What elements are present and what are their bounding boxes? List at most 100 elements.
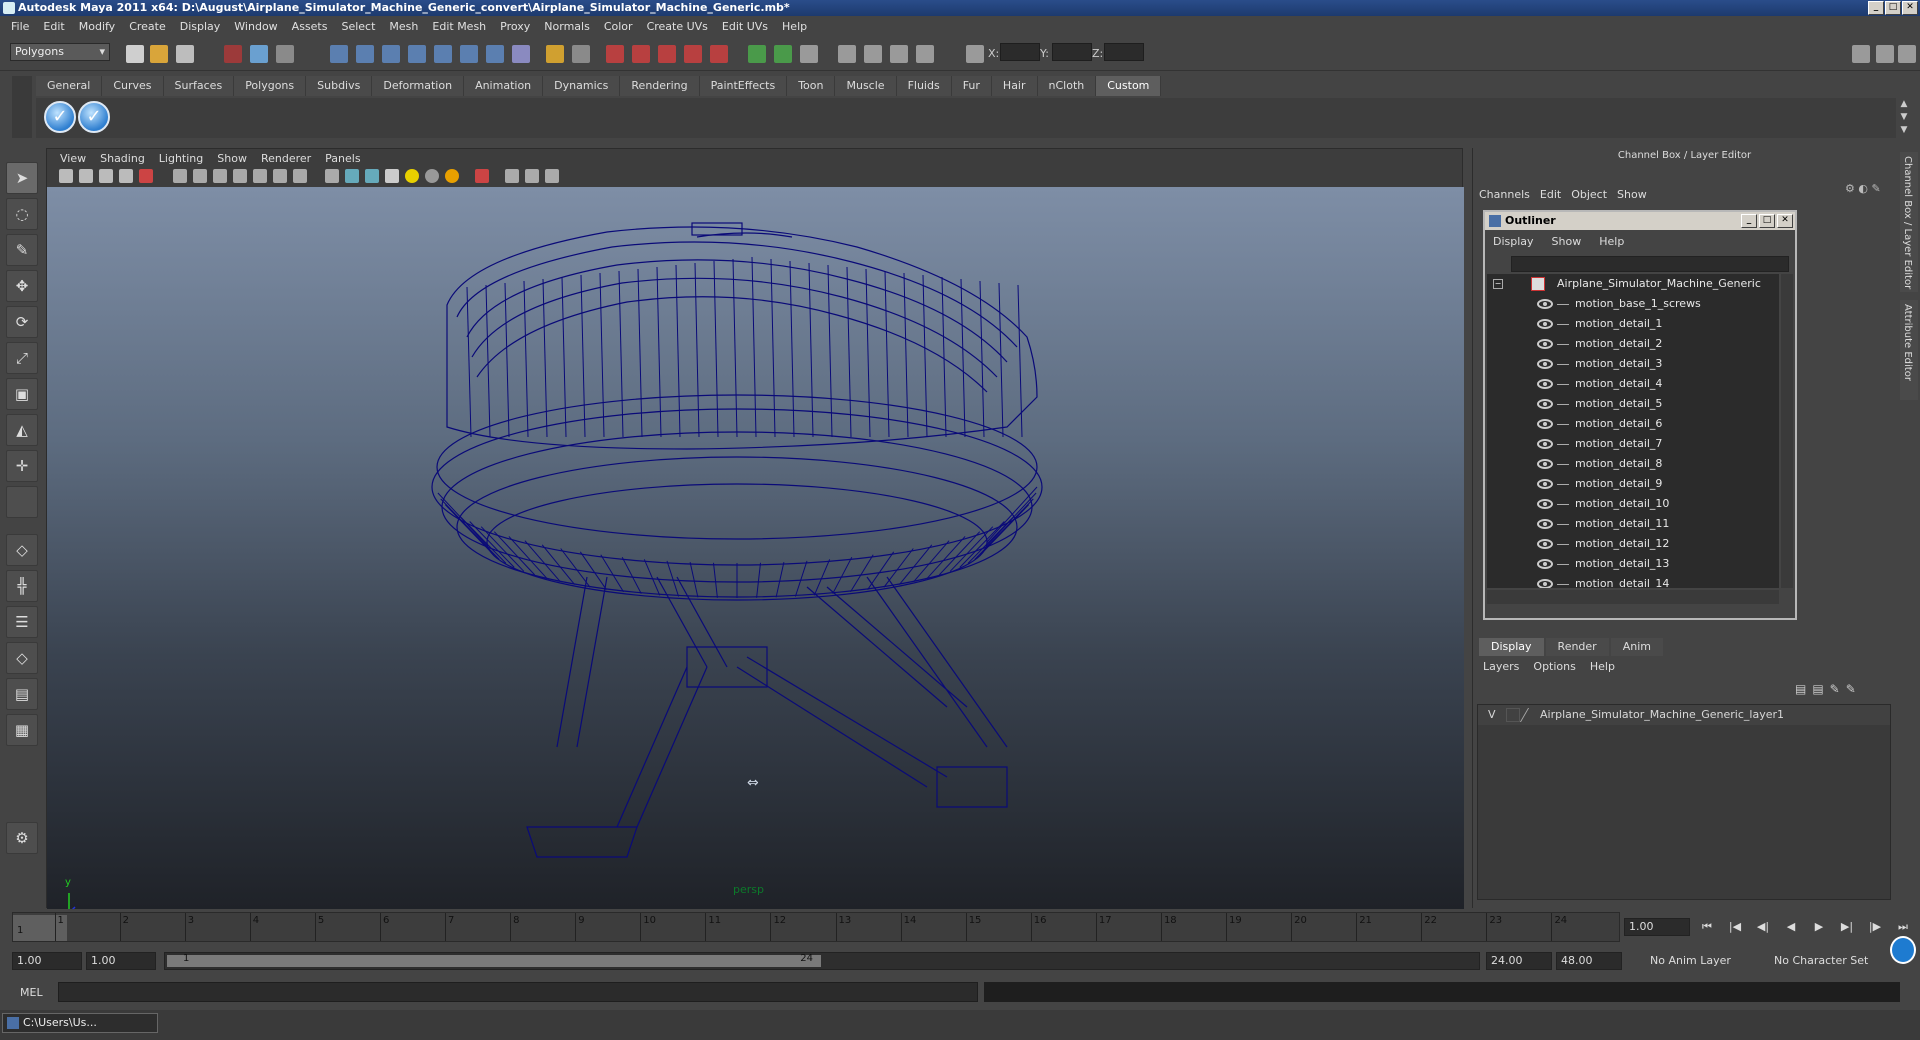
layer-menu-options[interactable]: Options [1533,660,1589,673]
paint-icon[interactable] [916,45,934,63]
minimized-window-item[interactable]: C:\Users\Us... [2,1013,158,1033]
x-field[interactable] [1000,43,1040,61]
new-scene-icon[interactable] [126,45,144,63]
outliner-vertical-scrollbar[interactable] [1781,274,1793,588]
graph-editor-icon[interactable] [838,45,856,63]
flat-shade-icon[interactable] [233,169,247,183]
shelf-tab-muscle[interactable]: Muscle [835,76,897,96]
grid-icon[interactable] [193,169,207,183]
close-button[interactable]: ✕ [1902,1,1918,15]
shelf-tab-fluids[interactable]: Fluids [896,76,952,96]
shelf-tab-polygons[interactable]: Polygons [234,76,307,96]
outliner-item[interactable]: motion_detail_6 [1487,414,1779,434]
range-slider[interactable]: 1 24 [164,952,1480,970]
camera-select-icon[interactable] [572,45,590,63]
menu-window[interactable]: Window [227,20,284,33]
bounding-box-icon[interactable] [253,169,267,183]
shelf-tab-custom[interactable]: Custom [1096,76,1162,96]
quick-layout-icon[interactable]: ⚙ [6,822,38,854]
shelf-tab-toon[interactable]: Toon [787,76,836,96]
viewport-menu-renderer[interactable]: Renderer [254,152,318,165]
select-object-icon[interactable] [250,45,268,63]
step-forward-key-icon[interactable]: ▶| [1836,918,1858,936]
snap-grid-icon[interactable] [330,45,348,63]
menu-assets[interactable]: Assets [285,20,335,33]
select-tool-icon[interactable]: ➤ [6,162,38,194]
outliner-item[interactable]: motion_detail_7 [1487,434,1779,454]
move-tool-icon[interactable]: ✥ [6,270,38,302]
shelf-menu-handle[interactable] [12,76,32,138]
shadow-icon[interactable] [425,169,439,183]
safe-title-icon[interactable] [525,169,539,183]
smooth-shade-icon[interactable] [213,169,227,183]
go-to-start-icon[interactable]: ⏮ [1696,918,1718,936]
play-forward-icon[interactable]: ▶ [1808,918,1830,936]
character-set-dropdown[interactable]: No Character Set [1770,952,1874,970]
image-plane-icon[interactable] [119,169,133,183]
persp-graph-layout-icon[interactable]: ◇ [6,642,38,674]
toggle-tool-settings-icon[interactable] [1876,45,1894,63]
ipr-render-icon[interactable] [632,45,650,63]
cb-menu-object[interactable]: Object [1571,188,1617,201]
perspective-view[interactable]: ⇔ y x persp [47,187,1464,909]
step-back-frame-icon[interactable]: ◀| [1752,918,1774,936]
lasso-tool-icon[interactable]: ◌ [6,198,38,230]
y-field[interactable] [1052,43,1092,61]
universal-manipulator-icon[interactable]: ▣ [6,378,38,410]
layer-tab-anim[interactable]: Anim [1610,638,1663,656]
cb-menu-channels[interactable]: Channels [1479,188,1540,201]
collapse-icon[interactable]: − [1493,279,1503,289]
outliner-item[interactable]: motion_detail_2 [1487,334,1779,354]
shelf-tab-fur[interactable]: Fur [951,76,992,96]
outliner-item[interactable]: motion_detail_11 [1487,514,1779,534]
layer-row[interactable]: V Airplane_Simulator_Machine_Generic_lay… [1478,705,1890,725]
outliner-item[interactable]: motion_detail_14 [1487,574,1779,588]
autokey-icon[interactable] [1890,936,1916,964]
outliner-root-row[interactable]: − Airplane_Simulator_Machine_Generic [1487,274,1779,294]
outliner-horizontal-scrollbar[interactable] [1487,590,1779,604]
uv-editor-icon[interactable] [890,45,908,63]
viewport-menu-show[interactable]: Show [210,152,254,165]
rotate-tool-icon[interactable]: ⟳ [6,306,38,338]
render-icon[interactable] [606,45,624,63]
menu-modify[interactable]: Modify [72,20,122,33]
side-tab-channel-box[interactable]: Channel Box / Layer Editor [1900,152,1918,292]
cb-menu-edit[interactable]: Edit [1540,188,1571,201]
menu-mesh[interactable]: Mesh [382,20,425,33]
outliner-item[interactable]: motion_detail_5 [1487,394,1779,414]
bookmark-icon[interactable] [99,169,113,183]
layer-menu-layers[interactable]: Layers [1483,660,1533,673]
viewport-menu-panels[interactable]: Panels [318,152,367,165]
menu-edit-uvs[interactable]: Edit UVs [715,20,775,33]
shelf-tab-deformation[interactable]: Deformation [372,76,465,96]
minimize-button[interactable]: _ [1868,1,1884,15]
maximize-button[interactable]: □ [1885,1,1901,15]
script-editor-icon[interactable] [800,45,818,63]
current-frame-field[interactable]: 1.00 [1624,918,1690,936]
snap-curve-icon[interactable] [356,45,374,63]
playback-start-field[interactable]: 1.00 [86,952,156,970]
open-scene-icon[interactable] [150,45,168,63]
all-lights-icon[interactable] [365,169,379,183]
layer-menu-help[interactable]: Help [1590,660,1629,673]
save-scene-icon[interactable] [176,45,194,63]
high-quality-icon[interactable] [445,169,459,183]
shelf-tab-dynamics[interactable]: Dynamics [543,76,621,96]
shelf-tab-ncloth[interactable]: nCloth [1037,76,1097,96]
wireframe-icon[interactable] [173,169,187,183]
outliner-titlebar[interactable]: Outliner _ □ ✕ [1485,212,1795,230]
outliner-maximize-button[interactable]: □ [1759,214,1775,228]
construction-icon[interactable] [486,45,504,63]
select-hierarchy-icon[interactable] [224,45,242,63]
persp-outliner-layout-icon[interactable]: ☰ [6,606,38,638]
time-slider[interactable]: 1 1 2 3 4 5 6 7 8 9 10 11 12 13 14 15 16 17 18 19 20 21 22 23 2… [12,912,1620,942]
snap-surface-icon[interactable] [434,45,452,63]
playback-end-field[interactable]: 24.00 [1486,952,1552,970]
menu-color[interactable]: Color [597,20,640,33]
lock-icon[interactable] [546,45,564,63]
outliner-menu-show[interactable]: Show [1552,235,1600,248]
safe-action-icon[interactable] [505,169,519,183]
outliner-item[interactable]: motion_detail_12 [1487,534,1779,554]
menu-set-select[interactable]: Polygons [10,43,110,61]
hypershade-layout-icon[interactable]: ▤ [6,678,38,710]
